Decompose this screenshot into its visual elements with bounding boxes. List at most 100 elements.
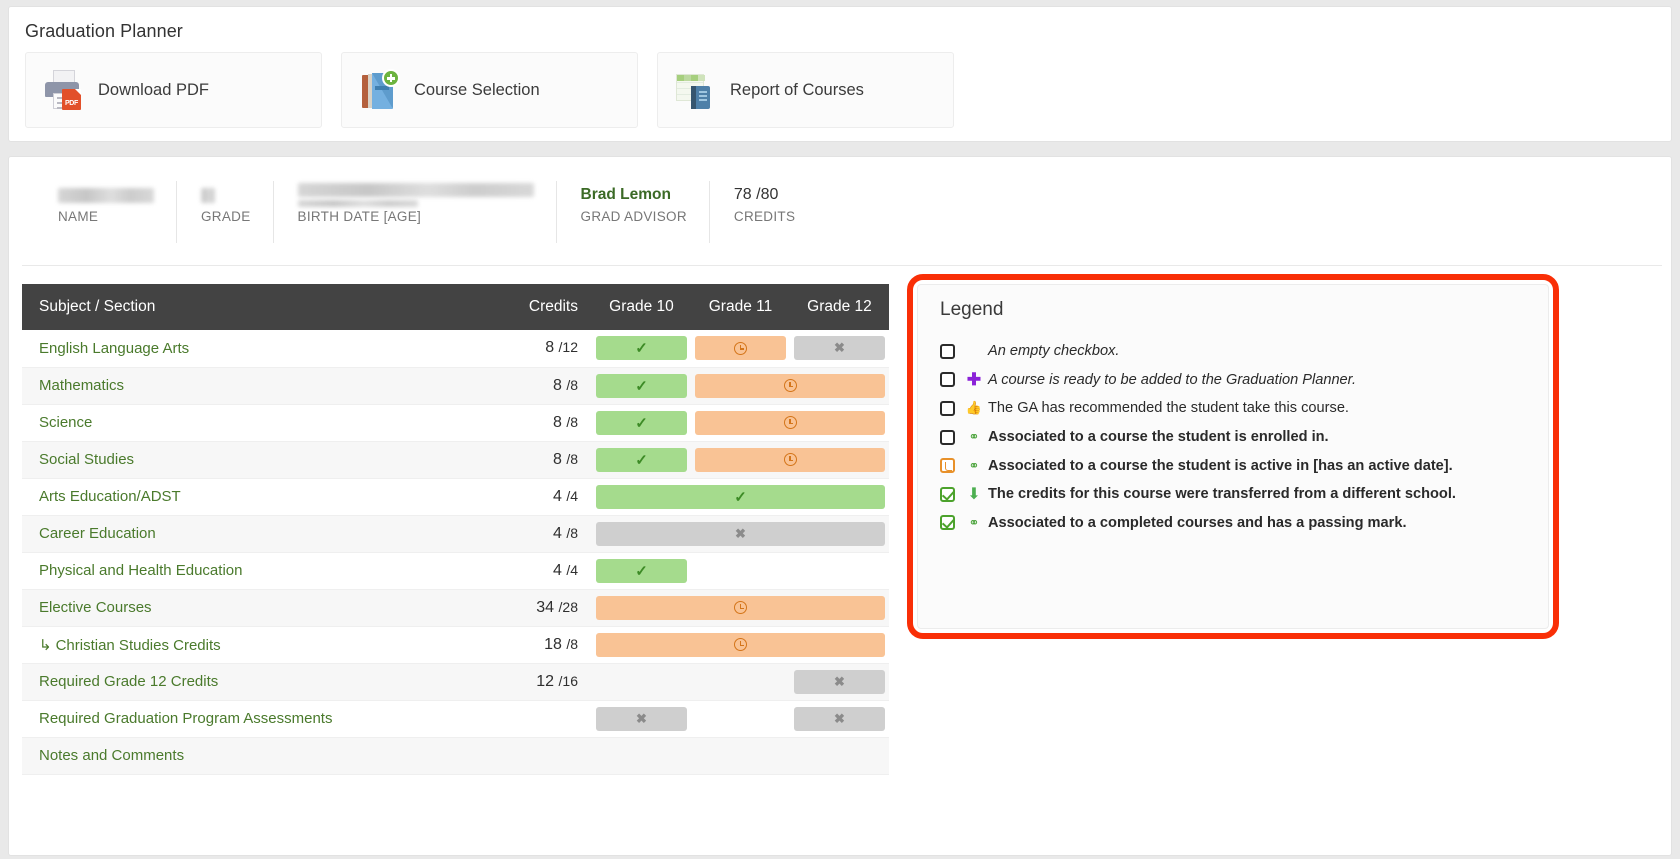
row-grade-cell[interactable]: ✖ [592, 515, 889, 553]
row-grade-cell[interactable]: ✖ [790, 663, 889, 701]
row-subject-cell[interactable]: Social Studies [22, 441, 479, 479]
report-of-courses-label: Report of Courses [730, 80, 864, 99]
status-badge[interactable] [695, 336, 786, 361]
student-grade-stat: GRADE [177, 181, 274, 243]
table-row[interactable]: English Language Arts 8 /12 ✓ ✖ [22, 330, 889, 368]
row-subject-cell[interactable]: Arts Education/ADST [22, 478, 479, 516]
row-credits-cell: 8 /12 [478, 330, 592, 368]
course-selection-button[interactable]: Course Selection [341, 52, 638, 128]
table-row[interactable]: Required Grade 12 Credits 12 /16 ✖ [22, 663, 889, 701]
table-row[interactable]: Arts Education/ADST 4 /4 ✓ [22, 478, 889, 516]
table-row[interactable]: Elective Courses 34 /28 [22, 589, 889, 627]
column-grade-10: Grade 10 [592, 284, 691, 330]
link-icon: ⚭ [968, 429, 980, 445]
row-subject-cell[interactable]: English Language Arts [22, 330, 479, 368]
row-grade-cell[interactable]: ✖ [790, 330, 889, 368]
row-grade-cell[interactable] [592, 589, 889, 627]
row-subject-label: Physical and Health Education [39, 562, 243, 579]
table-row[interactable]: Mathematics 8 /8 ✓ [22, 367, 889, 405]
action-button-row: PDF Download PDF Course Selection Report… [25, 52, 954, 128]
status-badge[interactable]: ✓ [596, 484, 885, 509]
row-grade-cell [691, 663, 790, 701]
row-grade-cell[interactable]: ✓ [592, 441, 691, 479]
status-badge[interactable] [695, 373, 885, 398]
status-badge[interactable]: ✓ [596, 336, 687, 361]
row-subject-cell[interactable]: Notes and Comments [22, 737, 479, 775]
row-subject-cell[interactable]: ↳ Christian Studies Credits [22, 626, 479, 664]
row-grade-cell[interactable]: ✓ [592, 367, 691, 405]
status-badge[interactable]: ✖ [794, 669, 885, 694]
table-row[interactable]: Notes and Comments [22, 737, 889, 775]
redacted-name [58, 187, 154, 203]
status-badge[interactable]: ✓ [596, 558, 687, 583]
download-pdf-button[interactable]: PDF Download PDF [25, 52, 322, 128]
row-grade-cell [691, 737, 790, 775]
table-row[interactable]: Physical and Health Education 4 /4 ✓ [22, 552, 889, 590]
student-name-label: NAME [58, 209, 99, 224]
table-row[interactable]: Social Studies 8 /8 ✓ [22, 441, 889, 479]
table-row[interactable]: ↳ Christian Studies Credits 18 /8 [22, 626, 889, 664]
row-subject-cell[interactable]: Physical and Health Education [22, 552, 479, 590]
status-badge[interactable] [596, 632, 885, 657]
report-book-icon [674, 69, 716, 111]
legend-item-label: The credits for this course were transfe… [988, 486, 1456, 503]
row-grade-cell[interactable]: ✓ [592, 404, 691, 442]
checked-checkbox-icon [940, 515, 955, 531]
status-badge[interactable] [695, 410, 885, 435]
student-name-stat: NAME [22, 181, 177, 243]
table-row[interactable]: Required Graduation Program Assessments ✖… [22, 700, 889, 738]
column-subject: Subject / Section [22, 284, 479, 330]
row-grade-cell[interactable] [691, 441, 889, 479]
row-grade-cell[interactable]: ✓ [592, 478, 889, 516]
status-badge[interactable]: ✖ [794, 706, 885, 731]
table-row[interactable]: Career Education 4 /8 ✖ [22, 515, 889, 553]
status-badge[interactable] [596, 595, 885, 620]
book-plus-icon [358, 69, 400, 111]
thumbs-up-icon: 👍 [965, 400, 983, 416]
grad-advisor-label: GRAD ADVISOR [580, 209, 687, 224]
row-subject-label: Christian Studies Credits [55, 636, 221, 654]
status-badge[interactable] [695, 447, 885, 472]
row-grade-cell[interactable] [691, 367, 889, 405]
row-subject-cell[interactable]: Mathematics [22, 367, 479, 405]
plus-icon: ✚ [966, 369, 982, 389]
checked-checkbox-icon [940, 486, 955, 502]
row-subject-cell[interactable]: Required Graduation Program Assessments [22, 700, 479, 738]
empty-checkbox-icon [940, 400, 955, 416]
row-credits-cell [478, 737, 592, 775]
row-grade-cell[interactable] [691, 404, 889, 442]
student-grade-value [201, 181, 251, 209]
legend-item-label: Associated to a course the student is ac… [988, 457, 1453, 474]
empty-checkbox-icon [940, 372, 955, 388]
row-grade-cell [592, 663, 691, 701]
credits-label: CREDITS [733, 209, 796, 224]
row-grade-cell[interactable]: ✖ [592, 700, 691, 738]
row-subject-label: Required Grade 12 Credits [39, 673, 219, 690]
row-credits-cell: 8 /8 [478, 367, 592, 405]
row-subject-cell[interactable]: Required Grade 12 Credits [22, 663, 479, 701]
student-birthdate-label: BIRTH DATE [AGE] [297, 209, 422, 224]
status-badge[interactable]: ✖ [596, 706, 687, 731]
student-bar-divider [22, 265, 1662, 266]
status-badge[interactable]: ✖ [596, 521, 885, 546]
row-grade-cell[interactable] [592, 626, 889, 664]
report-of-courses-button[interactable]: Report of Courses [657, 52, 954, 128]
row-grade-cell[interactable]: ✖ [790, 700, 889, 738]
row-grade-cell[interactable] [691, 330, 790, 368]
row-subject-label: Required Graduation Program Assessments [39, 710, 333, 727]
row-credits-cell: 4 /8 [478, 515, 592, 553]
status-badge[interactable]: ✓ [596, 410, 687, 435]
row-grade-cell[interactable]: ✓ [592, 330, 691, 368]
row-subject-label: Mathematics [39, 377, 125, 394]
row-grade-cell[interactable]: ✓ [592, 552, 691, 590]
row-subject-label: Career Education [39, 525, 156, 542]
status-badge[interactable]: ✖ [794, 336, 885, 361]
student-grade-label: GRADE [201, 209, 251, 224]
row-subject-cell[interactable]: Career Education [22, 515, 479, 553]
table-row[interactable]: Science 8 /8 ✓ [22, 404, 889, 442]
status-badge[interactable]: ✓ [596, 447, 687, 472]
row-subject-cell[interactable]: Science [22, 404, 479, 442]
status-badge[interactable]: ✓ [596, 373, 687, 398]
row-subject-cell[interactable]: Elective Courses [22, 589, 479, 627]
graduation-planner-main-panel: NAME GRADE BIRTH DATE [AGE] Brad Lemon G… [8, 156, 1672, 856]
